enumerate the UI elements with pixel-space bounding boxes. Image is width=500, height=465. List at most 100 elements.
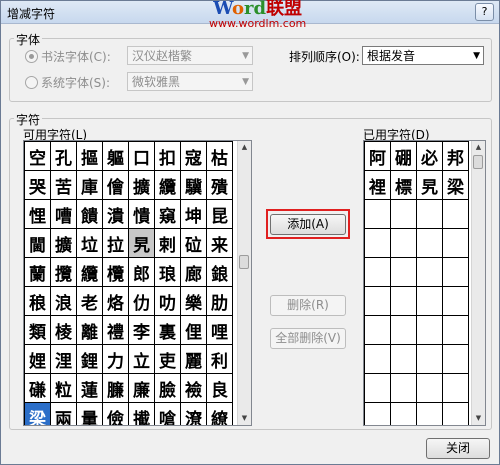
char-cell[interactable]: 肋 — [206, 286, 233, 316]
scroll-up-icon[interactable]: ▲ — [472, 141, 485, 154]
char-cell[interactable]: 兩 — [50, 402, 77, 425]
char-cell[interactable]: 旯 — [128, 228, 155, 258]
char-cell[interactable]: 孔 — [50, 141, 77, 171]
calligraphy-font-select[interactable]: 汉仪赵楷繁 ▼ — [127, 46, 253, 65]
char-cell[interactable]: 叻 — [154, 286, 181, 316]
char-cell[interactable] — [364, 402, 391, 425]
system-font-select[interactable]: 微软雅黑 ▼ — [127, 72, 253, 91]
char-cell[interactable]: 良 — [206, 373, 233, 403]
char-cell[interactable] — [442, 199, 469, 229]
char-cell[interactable] — [390, 402, 417, 425]
char-cell[interactable]: 老 — [76, 286, 103, 316]
char-cell[interactable] — [416, 257, 443, 287]
char-cell[interactable]: 麗 — [180, 344, 207, 374]
char-cell[interactable]: 垃 — [76, 228, 103, 258]
char-cell[interactable] — [416, 286, 443, 316]
char-cell[interactable]: 擴 — [50, 228, 77, 258]
char-cell[interactable]: 粒 — [50, 373, 77, 403]
char-cell[interactable] — [390, 257, 417, 287]
char-cell[interactable]: 琅 — [154, 257, 181, 287]
char-cell[interactable]: 儉 — [102, 402, 129, 425]
char-cell[interactable]: 浪 — [50, 286, 77, 316]
remove-all-button[interactable]: 全部删除(V) — [270, 328, 346, 349]
char-cell[interactable]: 鋃 — [206, 257, 233, 287]
char-cell[interactable]: 潦 — [180, 402, 207, 425]
char-cell[interactable]: 廊 — [180, 257, 207, 287]
char-cell[interactable]: 窺 — [154, 199, 181, 229]
char-cell[interactable]: 力 — [102, 344, 129, 374]
char-cell[interactable]: 鋰 — [76, 344, 103, 374]
remove-button[interactable]: 删除(R) — [270, 295, 346, 316]
char-cell[interactable]: 口 — [128, 141, 155, 171]
calligraphy-font-radio[interactable] — [25, 50, 38, 63]
char-cell[interactable] — [442, 344, 469, 374]
char-cell[interactable]: 拉 — [102, 228, 129, 258]
char-cell[interactable]: 驥 — [180, 170, 207, 200]
char-cell[interactable] — [442, 402, 469, 425]
char-cell[interactable]: 浬 — [50, 344, 77, 374]
char-cell[interactable] — [364, 257, 391, 287]
char-cell[interactable]: 剌 — [154, 228, 181, 258]
char-cell[interactable]: 哭 — [24, 170, 51, 200]
char-cell[interactable]: 潰 — [102, 199, 129, 229]
char-cell[interactable] — [442, 373, 469, 403]
char-cell[interactable]: 磏 — [24, 373, 51, 403]
available-chars-grid[interactable]: 空孔摳軀口扣寇枯哭苦庫儈擴纜驥殨悝嘈饋潰憒窺坤昆閫擴垃拉旯剌砬来蘭攬纜欖郎琅廊鋃… — [23, 140, 252, 426]
char-cell[interactable]: 樂 — [180, 286, 207, 316]
char-cell[interactable]: 嗆 — [154, 402, 181, 425]
scroll-up-icon[interactable]: ▲ — [238, 141, 251, 154]
close-button[interactable]: 关闭 — [426, 438, 490, 459]
char-cell[interactable]: 必 — [416, 141, 443, 171]
char-cell[interactable]: 摳 — [76, 141, 103, 171]
char-cell[interactable]: 憒 — [128, 199, 155, 229]
add-button[interactable]: 添加(A) — [270, 214, 346, 235]
char-cell[interactable] — [416, 344, 443, 374]
char-cell[interactable]: 扣 — [154, 141, 181, 171]
char-cell[interactable] — [442, 228, 469, 258]
char-cell[interactable]: 郎 — [128, 257, 155, 287]
scroll-down-icon[interactable]: ▼ — [238, 412, 251, 425]
char-cell[interactable]: 臉 — [154, 373, 181, 403]
scroll-thumb[interactable] — [239, 255, 249, 269]
char-cell[interactable]: 纜 — [154, 170, 181, 200]
char-cell[interactable] — [442, 257, 469, 287]
system-font-radio[interactable] — [25, 76, 38, 89]
char-cell[interactable]: 邦 — [442, 141, 469, 171]
used-chars-scrollbar[interactable]: ▲ ▼ — [471, 141, 485, 425]
char-cell[interactable] — [390, 228, 417, 258]
char-cell[interactable]: 裡 — [364, 170, 391, 200]
char-cell[interactable]: 利 — [206, 344, 233, 374]
char-cell[interactable]: 空 — [24, 141, 51, 171]
char-cell[interactable]: 砬 — [180, 228, 207, 258]
char-cell[interactable]: 娌 — [24, 344, 51, 374]
char-cell[interactable]: 儈 — [102, 170, 129, 200]
char-cell[interactable]: 廉 — [128, 373, 155, 403]
char-cell[interactable] — [364, 373, 391, 403]
scroll-down-icon[interactable]: ▼ — [472, 412, 485, 425]
char-cell[interactable]: 悝 — [24, 199, 51, 229]
char-cell[interactable] — [390, 315, 417, 345]
sort-order-select[interactable]: 根据发音 ▼ — [362, 46, 484, 65]
char-cell[interactable] — [364, 344, 391, 374]
char-cell[interactable]: 寇 — [180, 141, 207, 171]
char-cell[interactable]: 臁 — [102, 373, 129, 403]
char-cell[interactable]: 枯 — [206, 141, 233, 171]
char-cell[interactable]: 繚 — [206, 402, 233, 425]
char-cell[interactable]: 李 — [128, 315, 155, 345]
help-button[interactable]: ? — [475, 3, 494, 21]
char-cell[interactable]: 離 — [76, 315, 103, 345]
char-cell[interactable] — [390, 286, 417, 316]
char-cell[interactable]: 標 — [390, 170, 417, 200]
char-cell[interactable]: 吏 — [154, 344, 181, 374]
char-cell[interactable]: 梁 — [442, 170, 469, 200]
char-cell[interactable]: 棱 — [50, 315, 77, 345]
char-cell[interactable]: 軀 — [102, 141, 129, 171]
char-cell[interactable]: 庫 — [76, 170, 103, 200]
char-cell[interactable]: 哩 — [206, 315, 233, 345]
char-cell[interactable]: 坤 — [180, 199, 207, 229]
char-cell[interactable]: 昆 — [206, 199, 233, 229]
char-cell[interactable]: 攬 — [50, 257, 77, 287]
char-cell[interactable]: 蓮 — [76, 373, 103, 403]
char-cell[interactable] — [364, 315, 391, 345]
available-chars-scrollbar[interactable]: ▲ ▼ — [237, 141, 251, 425]
